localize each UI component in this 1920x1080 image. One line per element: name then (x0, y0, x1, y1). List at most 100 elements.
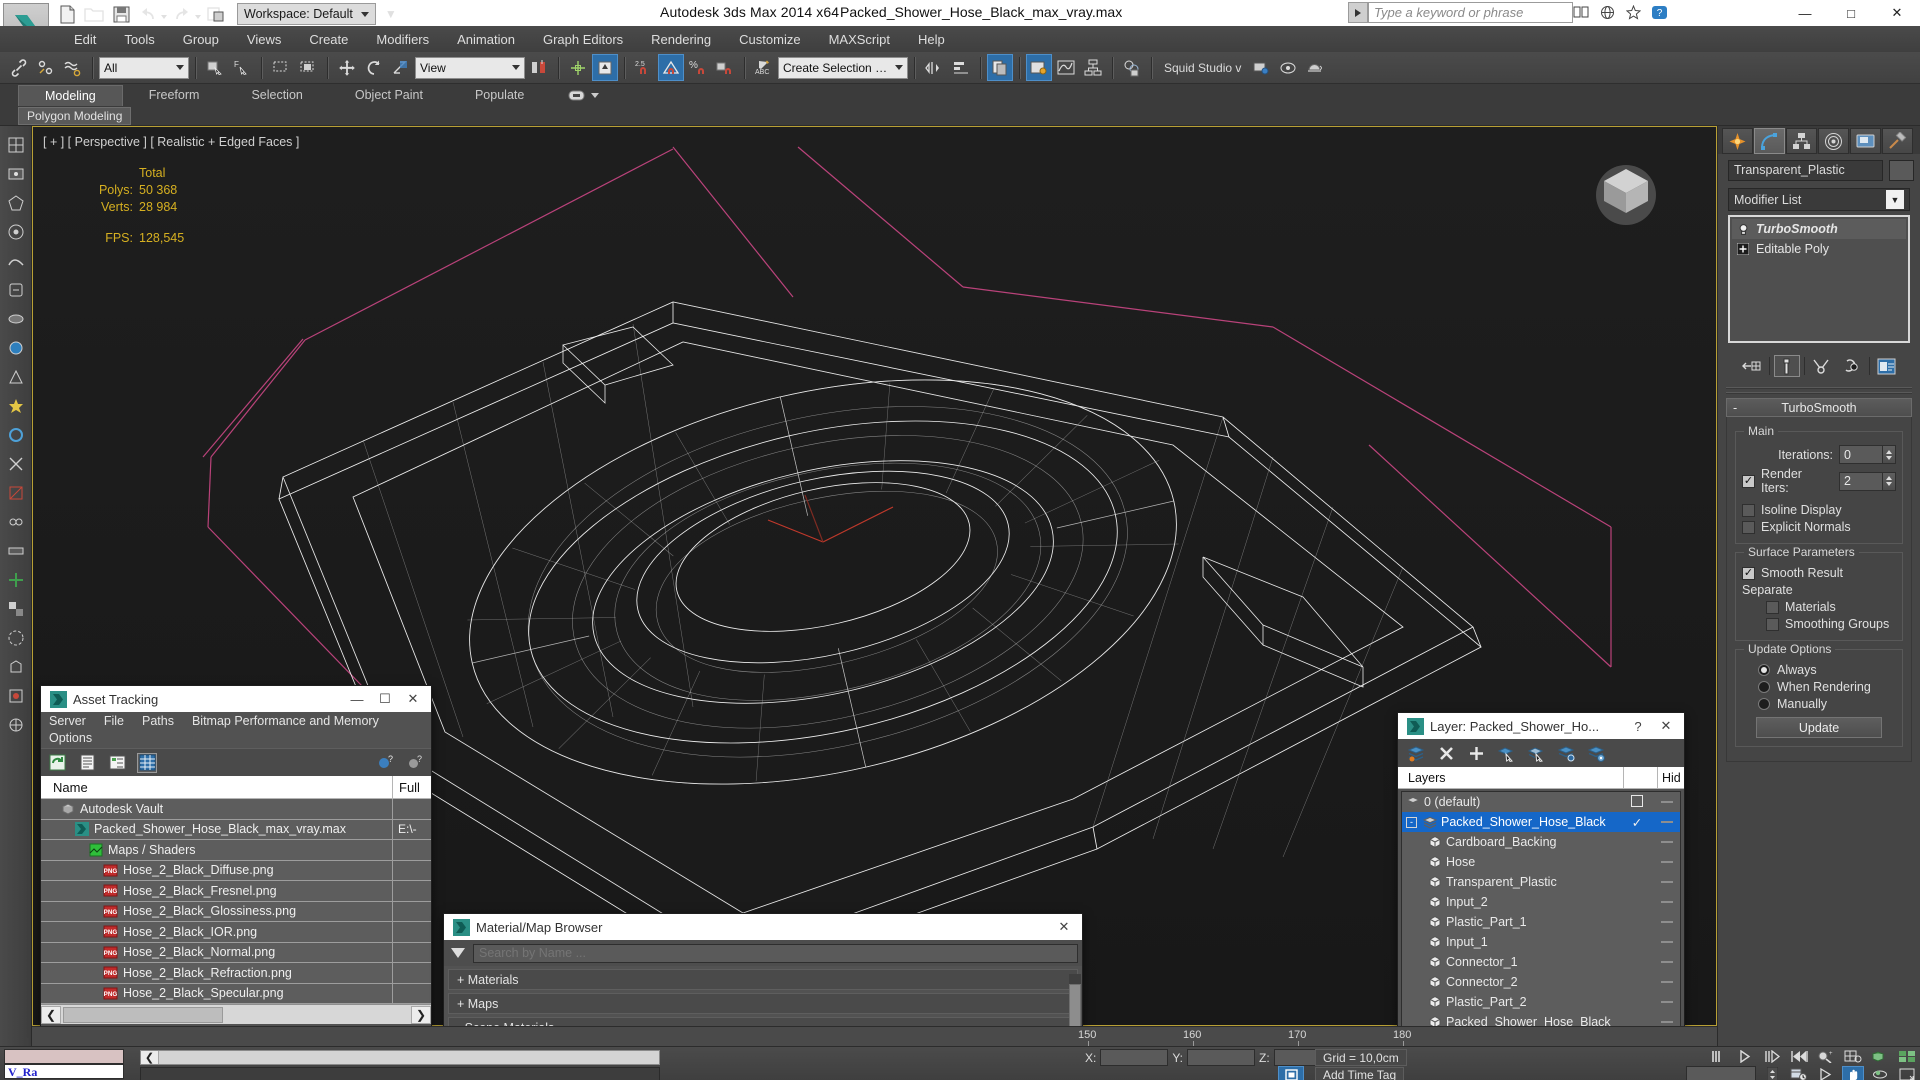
asset-tracking-minimize-button[interactable]: — (343, 687, 371, 711)
render-setup-icon[interactable] (1248, 54, 1274, 81)
ribbon-panel-polygon-modeling[interactable]: Polygon Modeling (18, 106, 132, 125)
asset-tracking-dialog[interactable]: Asset Tracking — ☐ ✕ Server File Paths B… (40, 685, 432, 1062)
help-globe-icon[interactable]: ? (375, 753, 395, 773)
window-crossing-toggle-icon[interactable] (295, 54, 321, 81)
toggle-layer-explorer-icon[interactable] (1026, 54, 1052, 81)
current-frame-field[interactable] (1686, 1066, 1756, 1080)
layer-hide-cell[interactable] (1654, 881, 1680, 883)
time-configuration-icon[interactable] (1788, 1066, 1810, 1080)
expand-plus-icon[interactable] (1736, 242, 1750, 256)
table-row[interactable]: PNG Hose_2_Black_IOR.png (41, 922, 431, 943)
select-and-manipulate-icon[interactable] (592, 54, 618, 81)
ribbon-tab-object-paint[interactable]: Object Paint (329, 85, 449, 105)
table-row[interactable]: Packed_Shower_Hose_Black_max_vray.max E:\… (41, 819, 431, 840)
scroll-left-icon[interactable]: ❮ (41, 1005, 61, 1024)
update-manually-radio[interactable] (1758, 698, 1770, 710)
poly-modeling-tool-3-icon[interactable] (2, 189, 30, 217)
add-to-layer-icon[interactable] (1466, 743, 1487, 764)
object-color-swatch[interactable] (1889, 160, 1914, 181)
refresh-icon[interactable] (47, 753, 67, 773)
asset-tracking-maximize-button[interactable]: ☐ (371, 687, 399, 711)
matbrowser-search-input[interactable] (473, 943, 1078, 963)
tab-motion[interactable] (1818, 128, 1849, 154)
poly-modeling-tool-4-icon[interactable] (2, 218, 30, 246)
tree-view-icon[interactable] (107, 753, 127, 773)
list-view-icon[interactable] (77, 753, 97, 773)
highlight-selected-objects-icon[interactable] (1526, 743, 1547, 764)
render-iters-checkbox[interactable]: ✓ (1742, 474, 1755, 488)
layer-manager-close-button[interactable]: ✕ (1652, 714, 1680, 738)
curve-editor-icon[interactable] (1053, 54, 1079, 81)
redo-button[interactable] (170, 3, 194, 25)
table-row[interactable]: Autodesk Vault (41, 799, 431, 820)
poly-modeling-tool-5-icon[interactable] (2, 247, 30, 275)
search-input[interactable]: Type a keyword or phrase (1368, 2, 1573, 23)
asset-column-name[interactable]: Name (41, 775, 393, 799)
expander-icon[interactable]: - (1406, 816, 1417, 828)
delete-layer-icon[interactable] (1436, 743, 1457, 764)
named-selection-set-combo[interactable]: Create Selection Se (778, 56, 908, 79)
select-and-scale-icon[interactable] (388, 54, 414, 81)
list-item[interactable]: Cardboard_Backing (1402, 832, 1680, 852)
pin-stack-icon[interactable] (1739, 355, 1765, 377)
align-icon[interactable] (948, 54, 974, 81)
list-item[interactable]: Plastic_Part_1 (1402, 912, 1680, 932)
table-row[interactable]: Maps / Shaders (41, 840, 431, 861)
smooth-result-row[interactable]: ✓ Smooth Result (1742, 566, 1896, 580)
snaps-toggle-25d-icon[interactable]: 2.5 (631, 54, 657, 81)
zoom-extents-all-selected-icon[interactable] (1896, 1048, 1918, 1064)
render-frame-window-icon[interactable] (1275, 54, 1301, 81)
list-item[interactable]: Transparent_Plastic (1402, 872, 1680, 892)
selection-filter-combo[interactable]: All (99, 56, 189, 79)
table-row[interactable]: PNG Hose_2_Black_Diffuse.png (41, 860, 431, 881)
edit-named-selection-sets-icon[interactable]: ABC (751, 54, 777, 81)
poly-modeling-tool-2-icon[interactable] (2, 160, 30, 188)
poly-modeling-tool-12-icon[interactable] (2, 450, 30, 478)
add-time-tag-button[interactable]: Add Time Tag (1315, 1067, 1405, 1080)
go-to-end-icon[interactable] (1788, 1048, 1810, 1064)
spinner-snap-toggle-icon[interactable] (712, 54, 738, 81)
poly-modeling-tool-17-icon[interactable] (2, 595, 30, 623)
isoline-display-checkbox[interactable] (1742, 503, 1755, 517)
vray-status-field[interactable]: V_Ra (4, 1064, 124, 1079)
remove-modifier-icon[interactable] (1839, 355, 1865, 377)
play-animation-icon[interactable] (1734, 1048, 1756, 1064)
select-and-link-icon[interactable] (6, 54, 32, 81)
asset-tracking-hscrollbar[interactable]: ❮ ❯ (41, 1004, 431, 1024)
poly-modeling-tool-14-icon[interactable] (2, 508, 30, 536)
update-radio-always[interactable]: Always (1742, 663, 1896, 677)
ribbon-tab-populate[interactable]: Populate (449, 85, 550, 105)
render-iters-spinner[interactable]: 2 (1839, 471, 1896, 491)
rectangular-selection-region-icon[interactable] (268, 54, 294, 81)
poly-modeling-tool-21-icon[interactable] (2, 711, 30, 739)
workspace-selector[interactable]: Workspace: Default (237, 3, 376, 25)
table-row[interactable]: PNG Hose_2_Black_Refraction.png (41, 963, 431, 984)
tab-create[interactable] (1722, 128, 1753, 154)
undo-button[interactable] (136, 3, 160, 25)
layer-hide-cell[interactable] (1654, 821, 1680, 823)
isoline-display-row[interactable]: Isoline Display (1742, 503, 1896, 517)
table-row[interactable]: PNG Hose_2_Black_Glossiness.png (41, 901, 431, 922)
menu-create[interactable]: Create (295, 29, 362, 50)
time-slider-track[interactable]: 150 160 170 180 (32, 1026, 1717, 1046)
show-end-result-icon[interactable] (1773, 355, 1800, 377)
prompt-scroll-left-icon[interactable]: ❮ (141, 1051, 159, 1064)
menu-customize[interactable]: Customize (725, 29, 814, 50)
make-unique-icon[interactable] (1809, 355, 1835, 377)
close-button[interactable]: ✕ (1874, 0, 1920, 26)
matbrowser-close-button[interactable]: ✕ (1050, 915, 1078, 939)
globe-icon[interactable] (1598, 3, 1617, 22)
at-menu-options[interactable]: Options (49, 730, 92, 747)
poly-modeling-tool-18-icon[interactable] (2, 624, 30, 652)
menu-graph-editors[interactable]: Graph Editors (529, 29, 637, 50)
percent-snap-toggle-icon[interactable]: % (685, 54, 711, 81)
layer-manager-rows[interactable]: 0 (default) - Packed_Shower_Hose_Black ✓ Car… (1401, 791, 1681, 1031)
list-item[interactable]: Plastic_Part_2 (1402, 992, 1680, 1012)
use-selection-center-icon[interactable] (565, 54, 591, 81)
filter-funnel-icon[interactable] (451, 948, 465, 958)
tab-hierarchy[interactable] (1786, 128, 1817, 154)
render-iters-spinner-arrows-icon[interactable] (1883, 471, 1896, 491)
asset-column-full[interactable]: Full (393, 780, 431, 795)
create-new-layer-icon[interactable] (1406, 743, 1427, 764)
poly-modeling-tool-20-icon[interactable] (2, 682, 30, 710)
